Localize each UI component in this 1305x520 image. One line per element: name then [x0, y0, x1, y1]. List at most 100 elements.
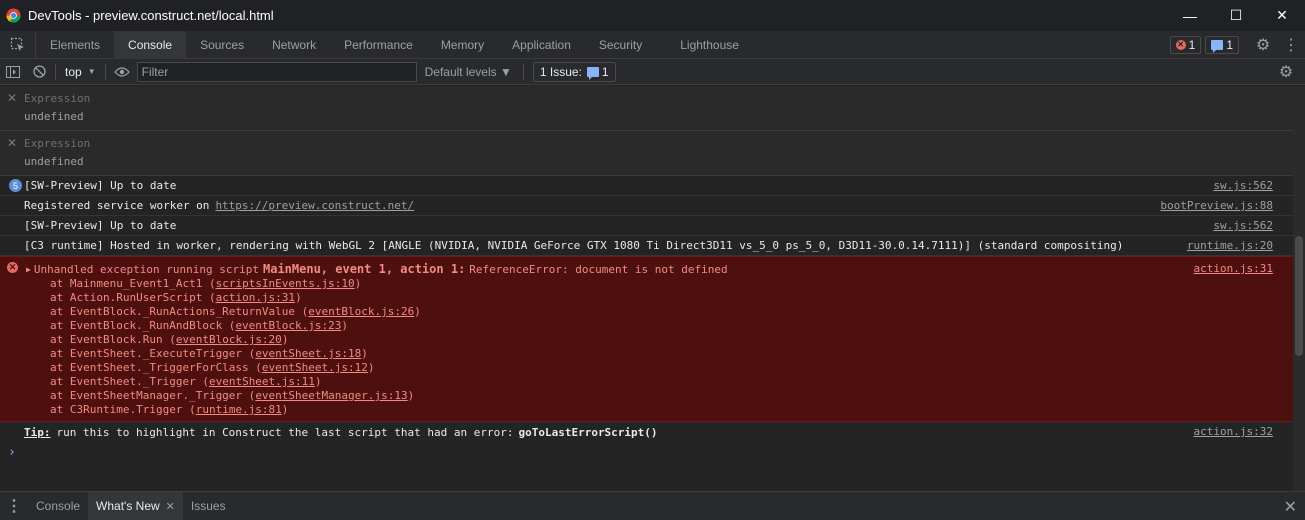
issues-button[interactable]: 1 Issue: 1 — [532, 61, 616, 82]
drawer-tab-whats-new[interactable]: What's New ✕ — [88, 491, 183, 520]
source-link[interactable]: sw.js:562 — [1213, 219, 1273, 232]
live-expression[interactable]: ✕ Expression undefined — [0, 86, 1305, 131]
context-selector[interactable]: top ▼ — [59, 59, 102, 85]
expression-value: undefined — [24, 110, 84, 123]
stack-frame-text: at EventSheet._Trigger ( — [50, 375, 209, 388]
stack-frame-text: at Action.RunUserScript ( — [50, 291, 216, 304]
log-row: [C3 runtime] Hosted in worker, rendering… — [0, 236, 1305, 256]
tab-lighthouse[interactable]: Lighthouse — [666, 31, 753, 59]
tab-sources[interactable]: Sources — [186, 31, 258, 59]
close-drawer-icon[interactable]: ✕ — [1284, 497, 1297, 517]
stack-frame-paren: ) — [354, 277, 362, 290]
stack-frame-text: at EventSheetManager._Trigger ( — [50, 389, 256, 402]
repeat-count-badge: 5 — [9, 179, 22, 192]
caret-down-icon: ▼ — [87, 67, 96, 76]
inspect-icon — [10, 37, 24, 51]
error-text: ReferenceError: document is not defined — [469, 262, 728, 276]
remove-expression-icon[interactable]: ✕ — [7, 91, 17, 105]
maximize-button[interactable]: ☐ — [1213, 0, 1259, 31]
source-link[interactable]: sw.js:562 — [1213, 179, 1273, 192]
stack-frame-link[interactable]: runtime.js:81 — [196, 403, 282, 416]
prompt-chevron-icon: › — [8, 444, 16, 460]
tab-memory[interactable]: Memory — [427, 31, 498, 59]
tip-function: goToLastErrorScript() — [518, 425, 658, 439]
eye-icon — [113, 66, 130, 77]
stack-frame-link[interactable]: scriptsInEvents.js:10 — [216, 277, 355, 290]
drawer-menu-icon[interactable]: ⋮ — [0, 496, 28, 516]
stack-trace: at Mainmenu_Event1_Act1 (scriptsInEvents… — [0, 277, 1305, 417]
error-prefix: Unhandled exception running script — [33, 262, 259, 276]
console-prompt[interactable]: › — [0, 442, 1305, 462]
devtools-tabbar: Elements Console Sources Network Perform… — [0, 30, 1305, 59]
inspect-element-button[interactable] — [0, 30, 36, 59]
stack-frame: at EventSheet._Trigger (eventSheet.js:11… — [0, 375, 1305, 389]
log-row: Registered service worker on https://pre… — [0, 196, 1305, 216]
tip-text: run this to highlight in Construct the l… — [56, 425, 514, 439]
minimize-button[interactable]: — — [1167, 0, 1213, 31]
scrollbar-thumb[interactable] — [1295, 236, 1303, 356]
console-messages: ✕ Expression undefined ✕ Expression unde… — [0, 86, 1305, 491]
settings-button[interactable]: ⚙ — [1249, 31, 1277, 59]
stack-frame-text: at EventBlock._RunActions_ReturnValue ( — [50, 305, 309, 318]
stack-frame-link[interactable]: eventBlock.js:23 — [235, 319, 341, 332]
expand-triangle-icon[interactable]: ▶ — [26, 265, 31, 274]
toolbar-divider — [522, 63, 524, 80]
stack-frame-link[interactable]: eventBlock.js:20 — [176, 333, 282, 346]
stack-frame-paren: ) — [295, 291, 302, 304]
toolbar-divider — [104, 63, 106, 80]
issue-icon — [586, 66, 599, 80]
stack-frame-link[interactable]: eventSheet.js:11 — [209, 375, 315, 388]
live-expression-button[interactable] — [109, 59, 135, 85]
more-options-button[interactable]: ⋮ — [1277, 31, 1305, 59]
filter-input[interactable] — [136, 61, 417, 82]
drawer-tab-console[interactable]: Console — [28, 492, 88, 520]
tab-network[interactable]: Network — [258, 31, 330, 59]
tab-application[interactable]: Application — [498, 31, 585, 59]
issues-label: 1 Issue: — [539, 64, 582, 79]
message-count: 1 — [1226, 38, 1233, 52]
clear-icon — [32, 65, 46, 78]
stack-frame-link[interactable]: eventSheet.js:12 — [262, 361, 368, 374]
error-count-badge[interactable]: ✕ 1 — [1169, 36, 1202, 54]
stack-frame: at EventSheet._ExecuteTrigger (eventShee… — [0, 347, 1305, 361]
live-expression[interactable]: ✕ Expression undefined — [0, 131, 1305, 176]
stack-frame-link[interactable]: action.js:31 — [216, 291, 295, 304]
remove-expression-icon[interactable]: ✕ — [7, 136, 17, 150]
close-window-button[interactable]: ✕ — [1259, 0, 1305, 31]
tab-elements[interactable]: Elements — [36, 31, 114, 59]
tab-console[interactable]: Console — [114, 30, 187, 59]
error-icon: ✕ — [1175, 40, 1186, 50]
error-header[interactable]: ▶ Unhandled exception running script Mai… — [0, 261, 1305, 277]
stack-frame-text: at EventSheet._TriggerForClass ( — [50, 361, 262, 374]
tab-performance[interactable]: Performance — [330, 31, 427, 59]
message-count-badge[interactable]: 1 — [1205, 36, 1239, 54]
stack-frame-link[interactable]: eventBlock.js:26 — [308, 305, 414, 318]
context-value: top — [65, 64, 82, 79]
log-levels-dropdown[interactable]: Default levels ▼ — [417, 65, 520, 79]
error-icon: ✕ — [7, 262, 18, 273]
source-link[interactable]: action.js:31 — [1194, 262, 1273, 275]
console-settings-button[interactable]: ⚙ — [1273, 59, 1299, 85]
stack-frame: at Mainmenu_Event1_Act1 (scriptsInEvents… — [0, 277, 1305, 291]
log-text: [SW-Preview] Up to date — [24, 179, 177, 192]
issues-count: 1 — [601, 64, 609, 79]
stack-frame-paren: ) — [281, 403, 289, 416]
close-tab-icon[interactable]: ✕ — [166, 500, 175, 513]
tab-security[interactable]: Security — [585, 31, 656, 59]
source-link[interactable]: runtime.js:20 — [1187, 239, 1273, 252]
stack-frame-link[interactable]: eventSheet.js:18 — [255, 347, 361, 360]
log-row: 5 [SW-Preview] Up to date sw.js:562 — [0, 176, 1305, 196]
drawer-tabbar: ⋮ Console What's New ✕ Issues ✕ — [0, 491, 1305, 520]
clear-console-button[interactable] — [26, 59, 52, 85]
sidebar-toggle-button[interactable] — [0, 59, 26, 85]
source-link[interactable]: action.js:32 — [1194, 425, 1273, 438]
stack-frame-link[interactable]: eventSheetManager.js:13 — [255, 389, 407, 402]
stack-frame: at EventBlock.Run (eventBlock.js:20) — [0, 333, 1305, 347]
gear-icon: ⚙ — [1255, 37, 1271, 54]
log-url-link[interactable]: https://preview.construct.net/ — [215, 199, 414, 212]
drawer-tab-issues[interactable]: Issues — [183, 492, 234, 520]
console-scrollbar[interactable] — [1293, 86, 1305, 491]
expression-value: undefined — [24, 155, 84, 168]
stack-frame: at C3Runtime.Trigger (runtime.js:81) — [0, 403, 1305, 417]
source-link[interactable]: bootPreview.js:88 — [1160, 199, 1273, 212]
